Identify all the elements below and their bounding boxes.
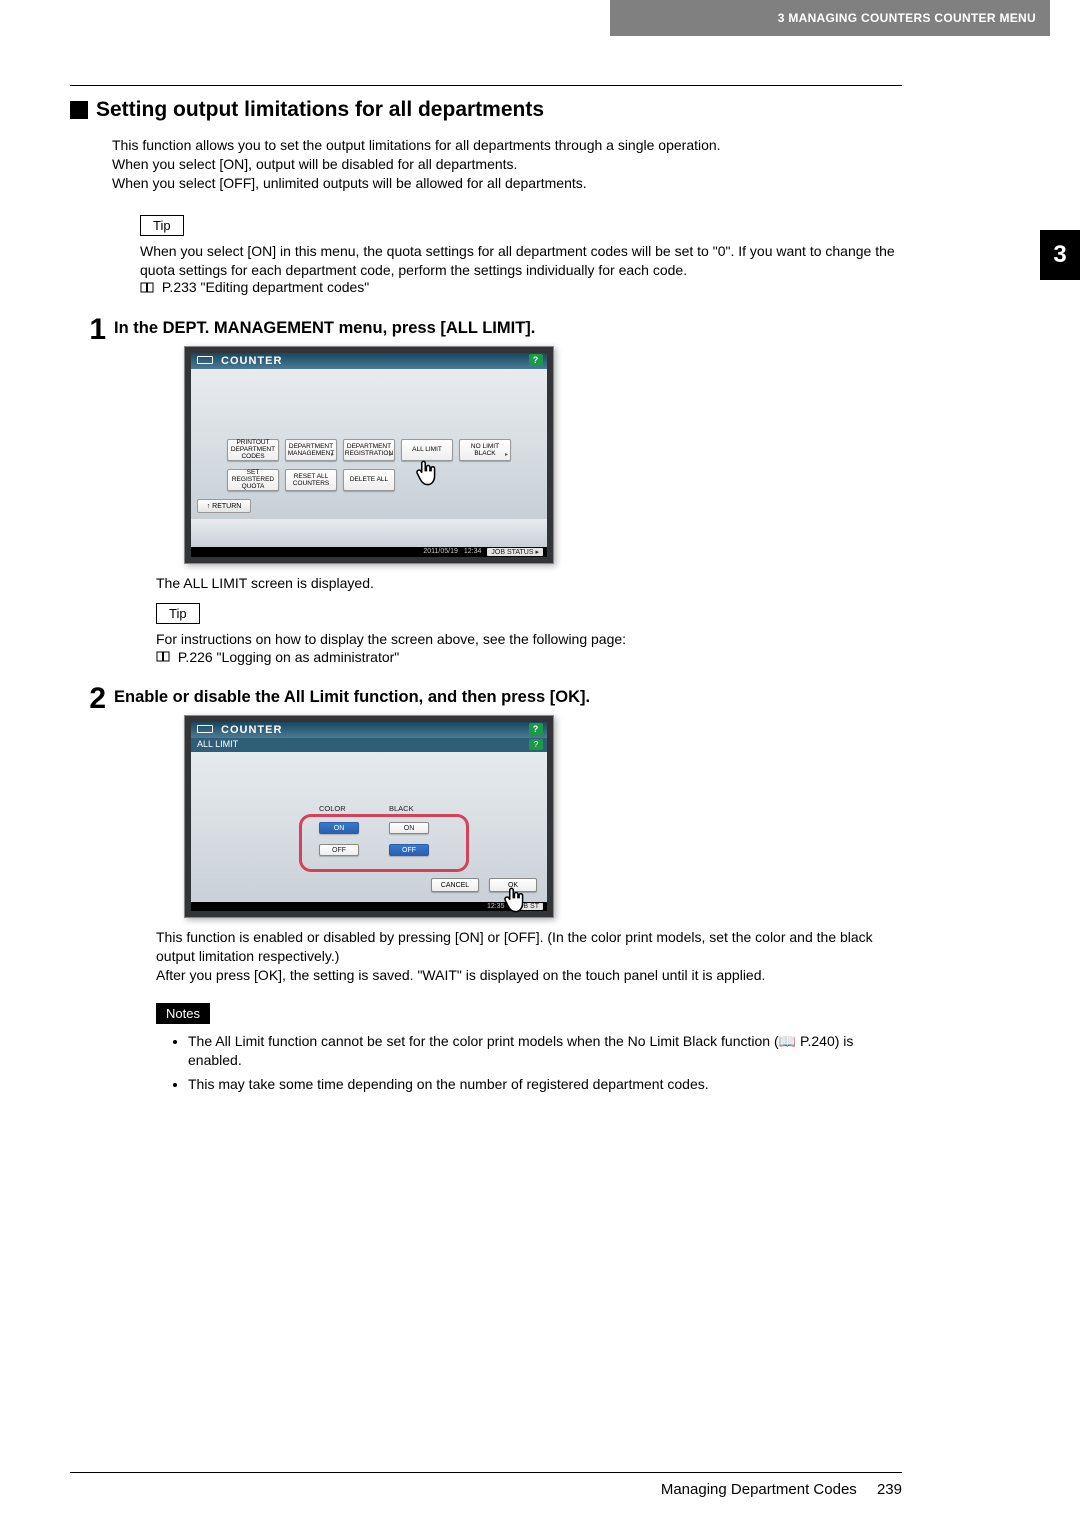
step-number-1: 1	[70, 315, 106, 666]
cancel-button[interactable]: CANCEL	[431, 878, 479, 892]
black-off-button[interactable]: OFF	[389, 844, 429, 856]
step-2-title: Enable or disable the All Limit function…	[114, 688, 902, 707]
footer-text: Managing Department Codes 239	[70, 1481, 902, 1498]
printout-dept-codes-button[interactable]: PRINTOUT DEPARTMENT CODES	[227, 439, 279, 461]
mock2-statusbar: 12:35 JOB ST	[191, 902, 547, 911]
mock2-titlebar: COUNTER ?	[191, 722, 547, 738]
tip-1-text: When you select [ON] in this menu, the q…	[140, 242, 902, 280]
color-on-button[interactable]: ON	[319, 822, 359, 834]
page-header-strip: 3 MANAGING COUNTERS COUNTER MENU	[610, 0, 1050, 36]
step-2-caption: This function is enabled or disabled by …	[156, 928, 892, 985]
color-off-button[interactable]: OFF	[319, 844, 359, 856]
book-icon	[156, 650, 170, 666]
reset-all-counters-button[interactable]: RESET ALL COUNTERS	[285, 469, 337, 491]
section-title-text: Setting output limitations for all depar…	[96, 98, 544, 122]
tip-1-ref: P.233 "Editing department codes"	[140, 279, 902, 296]
help-icon[interactable]: ?	[529, 354, 543, 366]
step-1-title: In the DEPT. MANAGEMENT menu, press [ALL…	[114, 319, 902, 338]
help-icon[interactable]: ?	[529, 723, 543, 735]
no-limit-black-button[interactable]: NO LIMIT BLACK▸	[459, 439, 511, 461]
ok-button[interactable]: OK	[489, 878, 537, 892]
mock1-titlebar: COUNTER ?	[191, 353, 547, 369]
step-number-2: 2	[70, 684, 106, 1098]
chapter-tab: 3	[1040, 230, 1080, 280]
job-status-button[interactable]: JOB ST	[510, 903, 543, 910]
help-icon[interactable]: ?	[529, 739, 543, 750]
battery-icon	[197, 725, 213, 733]
section-title: Setting output limitations for all depar…	[70, 98, 902, 122]
book-icon	[140, 281, 154, 297]
dept-management-button[interactable]: DEPARTMENT MANAGEMENT▸	[285, 439, 337, 461]
hand-pointer-icon	[413, 459, 443, 489]
dept-registration-button[interactable]: DEPARTMENT REGISTRATION▸	[343, 439, 395, 461]
note-item: The All Limit function cannot be set for…	[188, 1032, 902, 1071]
job-status-button[interactable]: JOB STATUS ▸	[487, 548, 543, 556]
battery-icon	[197, 356, 213, 364]
screenshot-1: COUNTER ? PRINTOUT DEPARTMENT CODES DEPA…	[184, 346, 554, 564]
all-limit-button[interactable]: ALL LIMIT	[401, 439, 453, 461]
notes-list: The All Limit function cannot be set for…	[174, 1032, 902, 1095]
note-item: This may take some time depending on the…	[188, 1075, 902, 1095]
screenshot-2: COUNTER ? ALL LIMIT ? COLOR BLACK ON ON …	[184, 715, 554, 918]
return-button[interactable]: ↑ RETURN	[197, 499, 251, 513]
tip-2-text: For instructions on how to display the s…	[156, 630, 902, 649]
step-1-caption: The ALL LIMIT screen is displayed.	[156, 574, 892, 593]
page-number: 239	[877, 1481, 902, 1498]
set-registered-quota-button[interactable]: SET REGISTERED QUOTA	[227, 469, 279, 491]
tip-2-ref: P.226 "Logging on as administrator"	[156, 649, 902, 666]
delete-all-button[interactable]: DELETE ALL	[343, 469, 395, 491]
mock1-statusbar: 2011/05/19 12:34 JOB STATUS ▸	[191, 547, 547, 557]
black-on-button[interactable]: ON	[389, 822, 429, 834]
mock2-subtitle: ALL LIMIT ?	[191, 738, 547, 752]
black-column-header: BLACK	[389, 804, 414, 813]
footer-rule	[70, 1472, 902, 1473]
notes-label: Notes	[156, 1003, 210, 1024]
color-column-header: COLOR	[319, 804, 346, 813]
intro-paragraph: This function allows you to set the outp…	[112, 136, 902, 193]
square-bullet-icon	[70, 101, 88, 119]
tip-label-2: Tip	[156, 603, 200, 624]
top-rule	[70, 85, 902, 86]
tip-label: Tip	[140, 215, 184, 236]
